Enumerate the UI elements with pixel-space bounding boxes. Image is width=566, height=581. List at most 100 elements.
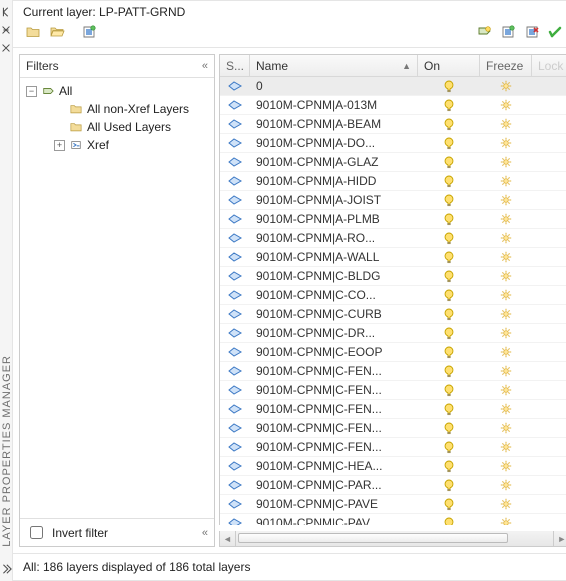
tree-twisty-icon[interactable]: + [54, 140, 65, 151]
layer-on-toggle[interactable] [418, 212, 480, 226]
filter-tree-item[interactable]: All non-Xref Layers [22, 100, 212, 118]
layer-on-toggle[interactable] [418, 345, 480, 359]
layer-on-toggle[interactable] [418, 231, 480, 245]
layer-row[interactable]: 9010M-CPNM|C-EOOP [220, 343, 566, 362]
col-on[interactable]: On [418, 55, 480, 76]
layer-on-toggle[interactable] [418, 440, 480, 454]
dock-close-icon[interactable] [0, 42, 12, 54]
invert-filter-input[interactable] [30, 526, 43, 539]
layer-on-toggle[interactable] [418, 269, 480, 283]
layer-on-toggle[interactable] [418, 136, 480, 150]
filters-collapse-button[interactable]: « [202, 60, 208, 72]
scroll-thumb[interactable] [238, 533, 508, 543]
col-status[interactable]: S... [220, 55, 250, 76]
dock-left-icon[interactable] [0, 6, 12, 18]
tree-twisty-icon[interactable]: − [26, 86, 37, 97]
layer-on-toggle[interactable] [418, 497, 480, 511]
layer-on-toggle[interactable] [418, 174, 480, 188]
layer-row[interactable]: 9010M-CPNM|A-RO... [220, 229, 566, 248]
layer-freeze-toggle[interactable] [480, 79, 532, 93]
layer-freeze-toggle[interactable] [480, 383, 532, 397]
layer-freeze-toggle[interactable] [480, 269, 532, 283]
layer-on-toggle[interactable] [418, 155, 480, 169]
layer-on-toggle[interactable] [418, 364, 480, 378]
layer-on-toggle[interactable] [418, 421, 480, 435]
layer-row[interactable]: 9010M-CPNM|C-DR... [220, 324, 566, 343]
layer-freeze-toggle[interactable] [480, 155, 532, 169]
layer-row[interactable]: 9010M-CPNM|C-HEA... [220, 457, 566, 476]
filter-tree[interactable]: −AllAll non-Xref LayersAll Used Layers+X… [20, 78, 214, 518]
scroll-right-icon[interactable]: ► [553, 531, 566, 546]
layer-row[interactable]: 9010M-CPNM|A-WALL [220, 248, 566, 267]
layer-row[interactable]: 9010M-CPNM|A-GLAZ [220, 153, 566, 172]
layer-freeze-toggle[interactable] [480, 364, 532, 378]
layer-on-toggle[interactable] [418, 307, 480, 321]
layer-freeze-toggle[interactable] [480, 193, 532, 207]
layer-states-manager-button[interactable] [79, 23, 99, 41]
layer-on-toggle[interactable] [418, 98, 480, 112]
layer-on-toggle[interactable] [418, 193, 480, 207]
layer-freeze-toggle[interactable] [480, 478, 532, 492]
layer-freeze-toggle[interactable] [480, 250, 532, 264]
layer-freeze-toggle[interactable] [480, 212, 532, 226]
layer-row[interactable]: 9010M-CPNM|A-JOIST [220, 191, 566, 210]
layer-row[interactable]: 9010M-CPNM|A-BEAM [220, 115, 566, 134]
invert-filter-checkbox[interactable]: Invert filter [26, 523, 108, 542]
layer-row[interactable]: 9010M-CPNM|C-PAVE [220, 495, 566, 514]
layer-on-toggle[interactable] [418, 288, 480, 302]
layer-rows[interactable]: 09010M-CPNM|A-013M9010M-CPNM|A-BEAM9010M… [220, 77, 566, 525]
layer-on-toggle[interactable] [418, 250, 480, 264]
new-layer-vp-frozen-button[interactable] [498, 23, 518, 41]
dock-pin-icon[interactable] [0, 24, 12, 36]
layer-row[interactable]: 9010M-CPNM|C-FEN... [220, 419, 566, 438]
layer-freeze-toggle[interactable] [480, 459, 532, 473]
filter-tree-item[interactable]: +Xref [22, 136, 212, 154]
col-lock[interactable]: Lock [532, 55, 566, 76]
layer-freeze-toggle[interactable] [480, 345, 532, 359]
layer-on-toggle[interactable] [418, 117, 480, 131]
layer-row[interactable]: 9010M-CPNM|C-PAV... [220, 514, 566, 525]
layer-freeze-toggle[interactable] [480, 421, 532, 435]
layer-on-toggle[interactable] [418, 383, 480, 397]
scroll-left-icon[interactable]: ◄ [220, 531, 236, 546]
layer-row[interactable]: 9010M-CPNM|C-PAR... [220, 476, 566, 495]
filters-expand-button[interactable]: « [202, 527, 208, 539]
layer-on-toggle[interactable] [418, 516, 480, 525]
new-layer-button[interactable] [474, 23, 494, 41]
layer-row[interactable]: 9010M-CPNM|C-CURB [220, 305, 566, 324]
layer-freeze-toggle[interactable] [480, 497, 532, 511]
dock-collapse-icon[interactable] [0, 563, 12, 575]
layer-freeze-toggle[interactable] [480, 326, 532, 340]
layer-on-toggle[interactable] [418, 326, 480, 340]
layer-freeze-toggle[interactable] [480, 136, 532, 150]
layer-row[interactable]: 9010M-CPNM|A-HIDD [220, 172, 566, 191]
layer-row[interactable]: 0 [220, 77, 566, 96]
layer-row[interactable]: 9010M-CPNM|A-DO... [220, 134, 566, 153]
layer-freeze-toggle[interactable] [480, 307, 532, 321]
layer-row[interactable]: 9010M-CPNM|C-FEN... [220, 381, 566, 400]
horizontal-scrollbar[interactable]: ◄ ► [219, 531, 566, 547]
new-group-filter-button[interactable] [47, 23, 67, 41]
layer-freeze-toggle[interactable] [480, 288, 532, 302]
new-property-filter-button[interactable] [23, 23, 43, 41]
layer-on-toggle[interactable] [418, 402, 480, 416]
col-name[interactable]: Name ▲ [250, 55, 418, 76]
layer-row[interactable]: 9010M-CPNM|C-BLDG [220, 267, 566, 286]
layer-freeze-toggle[interactable] [480, 516, 532, 525]
layer-freeze-toggle[interactable] [480, 117, 532, 131]
filter-tree-item[interactable]: All Used Layers [22, 118, 212, 136]
layer-on-toggle[interactable] [418, 478, 480, 492]
layer-freeze-toggle[interactable] [480, 174, 532, 188]
set-current-layer-button[interactable] [546, 23, 566, 41]
filter-tree-item[interactable]: −All [22, 82, 212, 100]
layer-row[interactable]: 9010M-CPNM|C-FEN... [220, 400, 566, 419]
layer-freeze-toggle[interactable] [480, 440, 532, 454]
layer-freeze-toggle[interactable] [480, 402, 532, 416]
col-freeze[interactable]: Freeze [480, 55, 532, 76]
column-headers[interactable]: S... Name ▲ On Freeze Lock [220, 55, 566, 77]
layer-row[interactable]: 9010M-CPNM|A-PLMB [220, 210, 566, 229]
layer-freeze-toggle[interactable] [480, 231, 532, 245]
layer-on-toggle[interactable] [418, 459, 480, 473]
layer-row[interactable]: 9010M-CPNM|C-CO... [220, 286, 566, 305]
delete-layer-button[interactable] [522, 23, 542, 41]
